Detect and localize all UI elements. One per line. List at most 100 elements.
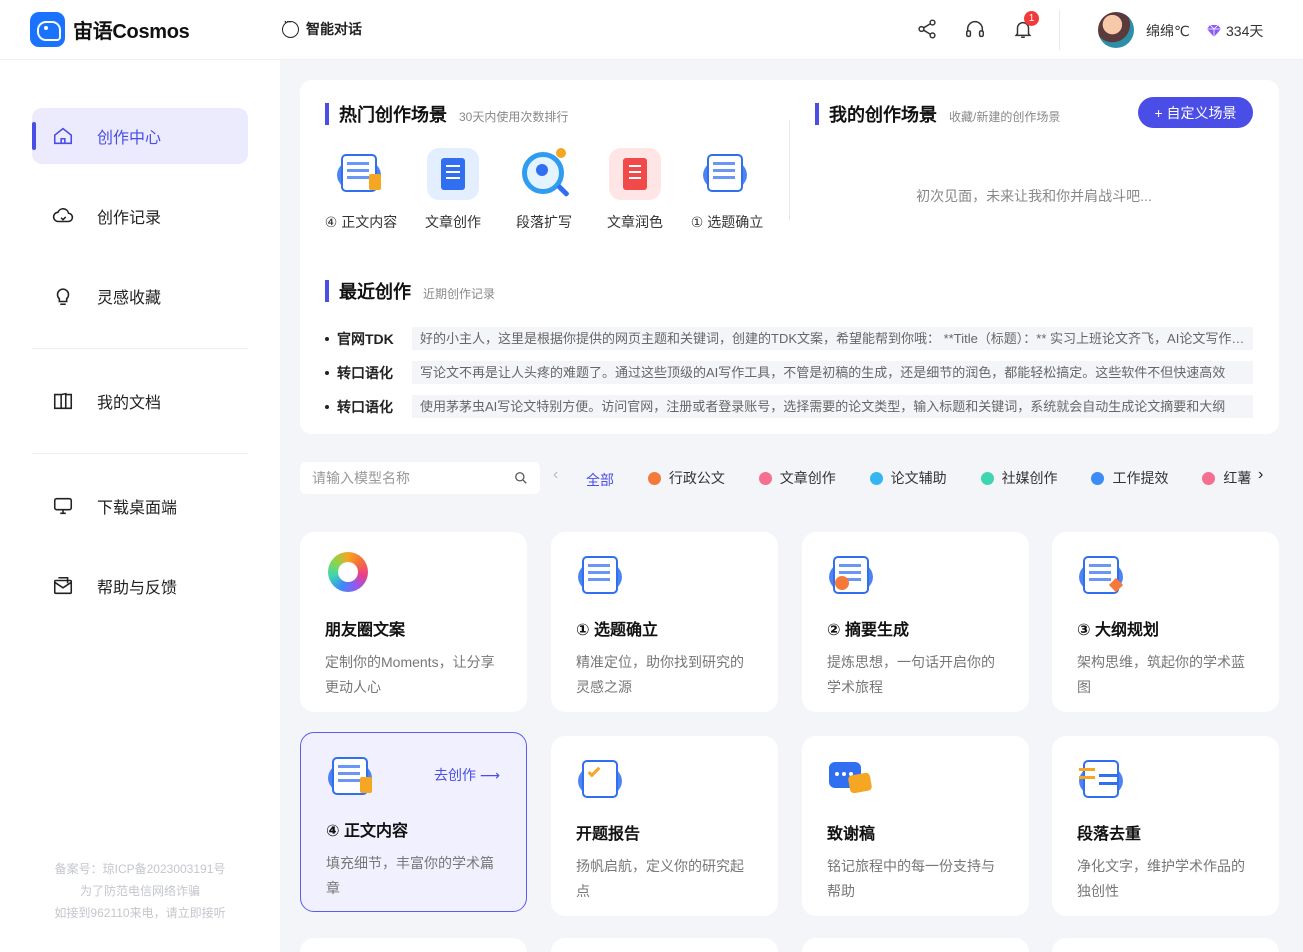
tab-xiaohongshu-ops[interactable]: 红薯运营: [1202, 462, 1252, 494]
tab-administrative-docs[interactable]: 行政公文: [647, 462, 725, 494]
search-icon[interactable]: [514, 471, 528, 485]
card-title: 致谢稿: [827, 826, 876, 843]
card-title: 朋友圈文案: [325, 622, 406, 639]
ring-logo-icon: [325, 550, 371, 596]
avatar[interactable]: [1098, 12, 1134, 48]
tab-label: 全部: [586, 471, 614, 488]
recent-item[interactable]: 转口语化 写论文不再是让人头疼的难题了。通过这些顶级的AI写作工具，不管是初稿的…: [325, 361, 1253, 384]
sidebar-item-my-docs[interactable]: 我的文档: [32, 373, 248, 429]
card-title: 开题报告: [576, 826, 641, 843]
tab-all[interactable]: 全部: [586, 464, 614, 502]
scene-card-selected[interactable]: 去创作 ⟶ ④ 正文内容 填充细节，丰富你的学术篇章: [300, 732, 527, 912]
scene-card[interactable]: [300, 938, 527, 952]
card-description: 提炼思想，一句话开启你的学术旅程: [827, 654, 995, 695]
sidebar-item-label: 灵感收藏: [97, 290, 162, 307]
tab-label: 文章创作: [779, 470, 836, 486]
recent-subtitle: 近期创作记录: [423, 287, 496, 301]
card-title: ③ 大纲规划: [1077, 622, 1159, 639]
headset-icon[interactable]: [964, 18, 986, 40]
recent-header: 最近创作 近期创作记录: [325, 278, 495, 304]
hot-scene-article-writing[interactable]: 文章创作: [408, 148, 498, 232]
notebook-icon: [427, 148, 479, 200]
model-search-box: [300, 462, 540, 494]
scene-card[interactable]: 朋友圈文案 定制你的Moments，让分享更动人心: [300, 532, 527, 712]
notification-button[interactable]: 1: [1012, 11, 1039, 40]
card-description: 净化文字，维护学术作品的独创性: [1077, 858, 1245, 899]
nav-smart-chat[interactable]: 智能对话: [282, 17, 362, 39]
add-custom-scene-button[interactable]: + 自定义场景: [1138, 97, 1253, 128]
hot-scene-paragraph-expand[interactable]: 段落扩写: [499, 148, 589, 232]
card-title: ④ 正文内容: [326, 823, 408, 840]
checklist-icon: [701, 148, 753, 200]
card-title: ① 选题确立: [576, 622, 658, 639]
checklist-icon: [576, 550, 622, 596]
sidebar-item-label: 创作记录: [97, 210, 162, 227]
category-dot-icon: [758, 471, 772, 485]
sidebar-item-creation-records[interactable]: 创作记录: [32, 188, 248, 244]
sidebar-item-label: 下载桌面端: [97, 500, 178, 517]
notification-badge: 1: [1024, 11, 1039, 26]
card-description: 架构思维，筑起你的学术蓝图: [1077, 654, 1245, 695]
recent-item-preview: 写论文不再是让人头疼的难题了。通过这些顶级的AI写作工具，不管是初稿的生成，还是…: [412, 361, 1253, 384]
sidebar-item-inspiration[interactable]: 灵感收藏: [32, 268, 248, 324]
hot-scene-article-polish[interactable]: 文章润色: [590, 148, 680, 232]
category-dot-icon: [1202, 471, 1216, 485]
tabs-scroll-right-icon[interactable]: ›: [1258, 466, 1263, 484]
hot-scene-label: ④ 正文内容: [324, 214, 398, 230]
cloud-icon: [52, 208, 74, 223]
tab-work-efficiency[interactable]: 工作提效: [1091, 462, 1168, 494]
red-book-icon: [609, 148, 661, 200]
model-search-input[interactable]: [312, 470, 514, 486]
header-divider: [1059, 10, 1060, 50]
title-accent-bar: [325, 280, 329, 302]
scene-card[interactable]: 致谢稿 铭记旅程中的每一份支持与帮助: [802, 736, 1029, 916]
scene-card[interactable]: [1052, 938, 1279, 952]
scene-card[interactable]: 开题报告 扬帆启航，定义你的研究起点: [551, 736, 778, 916]
scene-card[interactable]: ② 摘要生成 提炼思想，一句话开启你的学术旅程: [802, 532, 1029, 712]
category-dot-icon: [869, 471, 883, 485]
document-list-icon: [335, 148, 387, 200]
hot-scene-label: 文章创作: [425, 214, 481, 230]
mail-icon: [53, 576, 73, 595]
scene-card[interactable]: 段落去重 净化文字，维护学术作品的独创性: [1052, 736, 1279, 916]
vip-days-badge[interactable]: 334天: [1207, 21, 1263, 41]
my-scenes-title: 我的创作场景: [829, 105, 937, 125]
summary-doc-icon: [827, 550, 873, 596]
bullet-dot: [325, 370, 329, 375]
card-description: 铭记旅程中的每一份支持与帮助: [827, 858, 995, 899]
username[interactable]: 绵绵℃: [1146, 21, 1190, 41]
tab-article-writing[interactable]: 文章创作: [758, 462, 836, 494]
scene-card[interactable]: ① 选题确立 精准定位，助你找到研究的灵感之源: [551, 532, 778, 712]
tabs-scroll-left-icon[interactable]: ‹: [553, 466, 558, 484]
share-icon[interactable]: [916, 18, 938, 40]
hot-scene-label: ① 选题确立: [690, 214, 764, 230]
anti-fraud-hotline: 如接到962110来电，请立即接听: [54, 906, 226, 920]
scene-card[interactable]: [551, 938, 778, 952]
tab-thesis-assist[interactable]: 论文辅助: [869, 462, 947, 494]
scene-card[interactable]: ③ 大纲规划 架构思维，筑起你的学术蓝图: [1052, 532, 1279, 712]
tab-social-media[interactable]: 社媒创作: [980, 462, 1058, 494]
hot-scene-label: 段落扩写: [516, 214, 572, 230]
vip-days: 334天: [1226, 23, 1264, 39]
sidebar-item-help-feedback[interactable]: 帮助与反馈: [32, 558, 248, 614]
diamond-icon: [1207, 25, 1221, 37]
hot-scene-topic-selection[interactable]: ① 选题确立: [682, 148, 772, 232]
icp-record[interactable]: 备案号：琼ICP备2023003191号: [0, 858, 280, 880]
recent-item[interactable]: 转口语化 使用茅茅虫AI写论文特别方便。访问官网，注册或者登录账号，选择需要的论…: [325, 395, 1253, 418]
scene-card[interactable]: [802, 938, 1029, 952]
sidebar-divider: [32, 453, 248, 454]
title-accent-bar: [815, 103, 819, 125]
recent-item[interactable]: 官网TDK 好的小主人，这里是根据你提供的网页主题和关键词，创建的TDK文案，希…: [325, 327, 1253, 350]
recent-item-name: 转口语化: [337, 398, 393, 415]
chat-card-icon: [827, 754, 873, 800]
top-header: 宙语Cosmos 智能对话 1 绵绵℃ 334天: [0, 0, 1303, 60]
sidebar-item-creation-center[interactable]: 创作中心: [32, 108, 248, 164]
hot-scene-body-content[interactable]: ④ 正文内容: [316, 148, 406, 232]
book-icon: [53, 392, 73, 410]
go-create-link[interactable]: 去创作 ⟶: [434, 765, 500, 785]
sidebar-item-download-desktop[interactable]: 下载桌面端: [32, 478, 248, 534]
sidebar-item-label: 创作中心: [97, 130, 162, 147]
card-description: 定制你的Moments，让分享更动人心: [325, 654, 495, 695]
my-scenes-header: 我的创作场景 收藏/新建的创作场景: [815, 101, 1060, 127]
brand-logo[interactable]: 宙语Cosmos: [30, 12, 190, 47]
